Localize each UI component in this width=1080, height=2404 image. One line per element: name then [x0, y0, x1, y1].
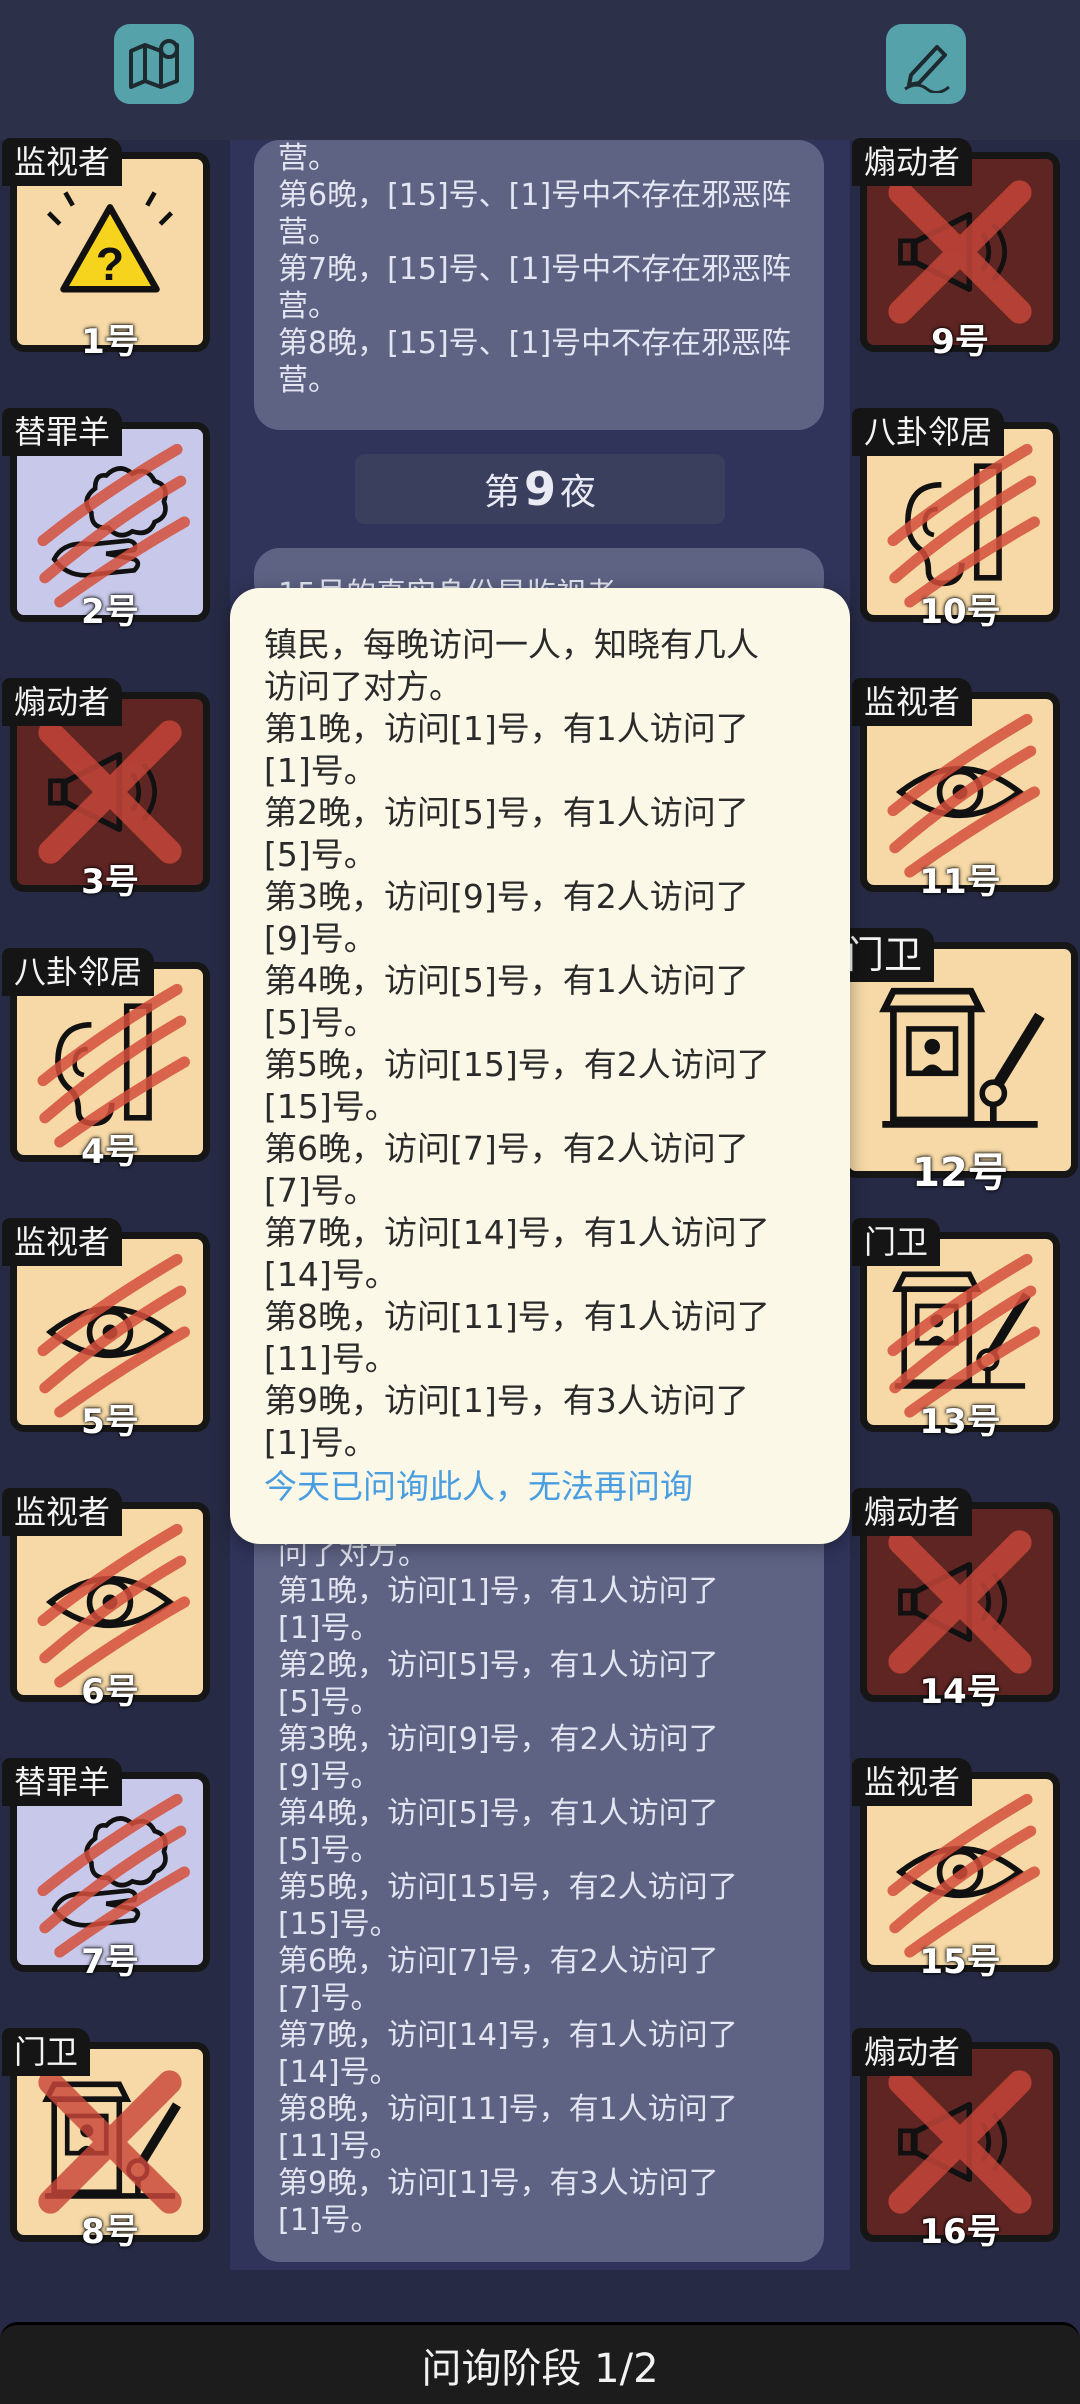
phase-bar: 问询阶段 1/2	[0, 2322, 1080, 2404]
player-number: 15号	[919, 1942, 1001, 1982]
popup-line: 镇民，每晚访问一人，知晓有几人	[264, 625, 759, 664]
player-number: 11号	[919, 862, 1001, 902]
log-line: 营。	[278, 363, 338, 398]
popup-line: 访问了对方。	[264, 667, 462, 706]
log-line: [5]号。	[278, 1685, 381, 1720]
log-line: [15]号。	[278, 1907, 400, 1942]
role-tag: 门卫	[852, 1218, 941, 1266]
log-line: 第4晚，访问[5]号，有1人访问了	[278, 1796, 719, 1831]
role-tag: 煽动者	[852, 138, 973, 186]
popup-line: [15]号。	[264, 1087, 398, 1126]
log-line: 第3晚，访问[9]号，有2人访问了	[278, 1722, 719, 1757]
player-number: 10号	[919, 592, 1001, 632]
log-line: [1]号。	[278, 1611, 381, 1646]
role-tag: 监视者	[2, 1218, 123, 1266]
popup-line: [9]号。	[264, 919, 377, 958]
popup-line: [5]号。	[264, 1003, 377, 1042]
log-line: 营。	[278, 141, 338, 176]
log-line: [14]号。	[278, 2055, 400, 2090]
svg-text:?: ?	[96, 238, 124, 290]
log-line: 第7晚，[15]号、[1]号中不存在邪恶阵	[278, 252, 792, 287]
role-tag: 门卫	[2, 2028, 91, 2076]
log-line: 第2晚，访问[5]号，有1人访问了	[278, 1648, 719, 1683]
player-number: 13号	[919, 1402, 1001, 1442]
player-number: 8号	[81, 2212, 139, 2252]
role-tag: 煽动者	[852, 2028, 973, 2076]
player-number: 2号	[81, 592, 139, 632]
popup-line: 第9晚，访问[1]号，有3人访问了	[264, 1381, 749, 1420]
log-line: [7]号。	[278, 1981, 381, 2016]
role-tag: 替罪羊	[2, 1758, 123, 1806]
role-tag: 八卦邻居	[852, 408, 1005, 456]
night-prefix: 第	[483, 472, 520, 513]
role-tag: 监视者	[2, 138, 123, 186]
player-number: 16号	[919, 2212, 1001, 2252]
popup-line: [5]号。	[264, 835, 377, 874]
role-tag: 监视者	[852, 678, 973, 726]
role-tag: 煽动者	[2, 678, 123, 726]
edit-pencil-icon[interactable]	[886, 24, 966, 104]
popup-line: 第7晚，访问[14]号，有1人访问了	[264, 1213, 770, 1252]
role-tag: 煽动者	[852, 1488, 973, 1536]
popup-line: 第8晚，访问[11]号，有1人访问了	[264, 1297, 770, 1336]
top-bar	[0, 0, 1080, 140]
log-line: 第7晚，访问[14]号，有1人访问了	[278, 2018, 738, 2053]
role-tag: 监视者	[852, 1758, 973, 1806]
map-pin-icon[interactable]	[114, 24, 194, 104]
role-info-popup[interactable]: 镇民，每晚访问一人，知晓有几人 访问了对方。 第1晚，访问[1]号，有1人访问了 [1…	[230, 588, 850, 1544]
role-tag: 八卦邻居	[2, 948, 155, 996]
popup-line: 第4晚，访问[5]号，有1人访问了	[264, 961, 749, 1000]
night-banner: 第 9 夜	[355, 454, 725, 524]
popup-line: [1]号。	[264, 1423, 377, 1462]
log-line: 第8晚，访问[11]号，有1人访问了	[278, 2092, 738, 2127]
popup-line: [14]号。	[264, 1255, 398, 1294]
log-line: 第8晚，[15]号、[1]号中不存在邪恶阵	[278, 326, 792, 361]
log-line: 营。	[278, 289, 338, 324]
role-tag: 替罪羊	[2, 408, 123, 456]
night-number: 9	[523, 462, 556, 516]
log-line: 第1晚，访问[1]号，有1人访问了	[278, 1574, 719, 1609]
log-line: 第9晚，访问[1]号，有3人访问了	[278, 2166, 719, 2201]
popup-line: 第1晚，访问[1]号，有1人访问了	[264, 709, 749, 748]
log-line: 第6晚，访问[7]号，有2人访问了	[278, 1944, 719, 1979]
popup-line: 第3晚，访问[9]号，有2人访问了	[264, 877, 749, 916]
log-entry-top: 营。 第6晚，[15]号、[1]号中不存在邪恶阵 营。 第7晚，[15]号、[1]号中…	[254, 140, 824, 430]
log-entry-bottom: 问了对方。 第1晚，访问[1]号，有1人访问了 [1]号。 第2晚，访问[5]号，有1…	[254, 1500, 824, 2262]
player-number: 12号	[912, 1150, 1008, 1196]
popup-line: [7]号。	[264, 1171, 377, 1210]
popup-line: 第2晚，访问[5]号，有1人访问了	[264, 793, 749, 832]
popup-line: [1]号。	[264, 751, 377, 790]
player-number: 9号	[931, 322, 989, 362]
popup-notice: 今天已问询此人，无法再问询	[264, 1467, 693, 1506]
player-number: 1号	[81, 322, 139, 362]
log-line: [9]号。	[278, 1759, 381, 1794]
player-number: 5号	[81, 1402, 139, 1442]
popup-line: 第6晚，访问[7]号，有2人访问了	[264, 1129, 749, 1168]
log-line: [5]号。	[278, 1833, 381, 1868]
guard-booth-icon	[879, 987, 1045, 1128]
log-line: 营。	[278, 215, 338, 250]
role-tag: 监视者	[2, 1488, 123, 1536]
log-line: 第6晚，[15]号、[1]号中不存在邪恶阵	[278, 178, 792, 213]
player-number: 7号	[81, 1942, 139, 1982]
player-number: 4号	[81, 1132, 139, 1172]
popup-line: [11]号。	[264, 1339, 398, 1378]
log-line: 第5晚，访问[15]号，有2人访问了	[278, 1870, 738, 1905]
night-suffix: 夜	[560, 472, 597, 513]
player-number: 6号	[81, 1672, 139, 1712]
phase-label: 问询阶段 1/2	[421, 2345, 659, 2392]
log-line: [1]号。	[278, 2203, 381, 2238]
player-number: 3号	[81, 862, 139, 902]
log-line: [11]号。	[278, 2129, 400, 2164]
player-number: 14号	[919, 1672, 1001, 1712]
popup-line: 第5晚，访问[15]号，有2人访问了	[264, 1045, 770, 1084]
